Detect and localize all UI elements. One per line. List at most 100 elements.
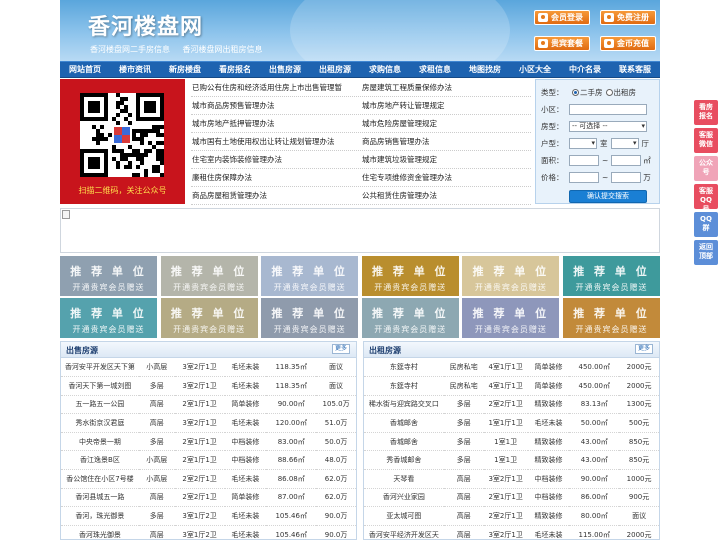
table-row[interactable]: 香公馆住在小区7号楼 小高层 2室2厅1卫 毛坯未装 86.08㎡ 62.0万 [61, 469, 356, 489]
table-cell[interactable]: 秀水街京汉君庭 [61, 413, 139, 433]
regulation-link[interactable]: 房屋建筑工程质量保修办法 [361, 79, 531, 96]
tagline-secondhand[interactable]: 香河楼盘网二手房信息 [90, 45, 170, 54]
regulation-link[interactable]: 住宅专项维修资金管理办法 [361, 169, 531, 186]
regulation-link[interactable]: 廉租住房保障办法 [191, 169, 361, 186]
recommend-tile[interactable]: 推 荐 单 位开通贵宾会员赠送 [60, 256, 157, 296]
room-select[interactable] [569, 138, 597, 149]
table-cell[interactable]: 香河安平开发区天下第 [61, 358, 139, 378]
radio-rental[interactable] [605, 89, 613, 96]
housetype-select[interactable]: -- 可选择 -- [569, 121, 647, 132]
table-row[interactable]: 香城邮舍 多层 1室1厅1卫 毛坯未装 50.00㎡ 500元 [364, 413, 659, 433]
table-cell[interactable]: 香河珠光御景 [61, 525, 139, 539]
sale-more-button[interactable]: 更多 [332, 344, 350, 354]
table-cell[interactable]: 香江逸景B区 [61, 450, 139, 471]
hall-select[interactable] [610, 138, 639, 149]
register-button[interactable]: 免费注册 [600, 10, 656, 25]
table-row[interactable]: 亚太城可图 高层 2室2厅1卫 精致装修 80.00㎡ 面议 [364, 506, 659, 526]
table-row[interactable]: 东筵寺村 民房私宅 4室1厅1卫 简单装修 450.00㎡ 2000元 [364, 376, 659, 396]
float-button[interactable]: 返回 顶部 [694, 240, 718, 265]
site-logo[interactable]: 香河楼盘网 [88, 9, 203, 41]
recommend-tile[interactable]: 推 荐 单 位开通贵宾会员赠送 [562, 256, 660, 296]
table-cell[interactable]: 中央帝景一期 [61, 432, 139, 452]
table-row[interactable]: 五一路五一公园 高层 2室1厅1卫 简单装修 90.00㎡ 105.0万 [61, 395, 356, 415]
table-row[interactable]: 香河珠光御景 高层 3室1厅2卫 毛坯未装 105.46㎡ 90.0万 [61, 525, 356, 539]
regulation-link[interactable]: 已购公有住房和经济适用住房上市出售管理暂 [191, 79, 361, 96]
table-cell[interactable]: 香河兴业家园 [364, 488, 444, 508]
table-row[interactable]: 香河兴业家园 高层 2室1厅1卫 中档装修 86.00㎡ 900元 [364, 488, 659, 508]
float-button[interactable]: 客服 QQ 号 [694, 184, 718, 213]
table-cell[interactable]: 稀水街与迎宾路交叉口 [364, 395, 444, 415]
float-button[interactable]: 看房 报名 [694, 100, 718, 125]
regulation-link[interactable]: 城市国有土地使用权出让转让规划管理办法 [191, 133, 361, 150]
table-row[interactable]: 香江逸景B区 小高层 2室1厅1卫 中档装修 88.66㎡ 48.0万 [61, 450, 356, 471]
banner-image[interactable] [60, 208, 660, 253]
nav-item[interactable]: 网站首页 [60, 62, 110, 77]
radio-secondhand[interactable] [572, 89, 579, 96]
regulation-link[interactable]: 商品房销售管理办法 [361, 133, 531, 150]
nav-item[interactable]: 求购信息 [360, 62, 410, 77]
table-row[interactable]: 天琴看 高层 3室2厅1卫 中档装修 90.00㎡ 1000元 [364, 469, 659, 489]
table-cell[interactable]: 香河县城五一路 [61, 488, 139, 508]
recommend-tile[interactable]: 推 荐 单 位开通贵宾会员赠送 [160, 256, 258, 296]
recommend-tile[interactable]: 推 荐 单 位开通贵宾会员赠送 [261, 256, 359, 296]
table-cell[interactable]: 亚太城可图 [364, 506, 444, 526]
area-min-input[interactable] [569, 155, 599, 166]
table-row[interactable]: 香河县城五一路 高层 2室2厅1卫 简单装修 87.00㎡ 62.0万 [61, 488, 356, 508]
table-cell[interactable]: 香河，珠光御景 [61, 506, 139, 526]
table-cell[interactable]: 天琴看 [364, 469, 444, 489]
nav-item[interactable]: 出售房源 [260, 62, 310, 77]
nav-item[interactable]: 出租房源 [310, 62, 360, 77]
recharge-button[interactable]: 金币充值 [600, 36, 656, 51]
table-row[interactable]: 秀香城邮舍 多层 1室1卫 精致装修 43.00㎡ 850元 [364, 450, 659, 471]
table-cell[interactable]: 香城邮舍 [364, 432, 444, 452]
table-cell[interactable]: 香河天下第一城刘图 [61, 376, 139, 396]
recommend-tile[interactable]: 推 荐 单 位开通贵宾会员赠送 [462, 298, 560, 338]
nav-item[interactable]: 中介名录 [560, 62, 610, 77]
nav-item[interactable]: 看房报名 [210, 62, 260, 77]
recommend-tile[interactable]: 推 荐 单 位开通贵宾会员赠送 [160, 298, 258, 338]
table-row[interactable]: 香河，珠光御景 多层 3室1厅2卫 毛坯未装 105.46㎡ 90.0万 [61, 506, 356, 526]
community-input[interactable] [569, 104, 647, 115]
nav-item[interactable]: 联系客服 [610, 62, 660, 77]
price-max-input[interactable] [611, 172, 642, 183]
rent-more-button[interactable]: 更多 [635, 344, 653, 354]
regulation-link[interactable]: 城市商品房预售管理办法 [191, 97, 361, 114]
table-cell[interactable]: 香城邮舍 [364, 413, 444, 433]
nav-item[interactable]: 新房楼盘 [160, 62, 210, 77]
table-row[interactable]: 稀水街与迎宾路交叉口 多层 2室2厅1卫 精致装修 83.13㎡ 1300元 [364, 395, 659, 415]
recommend-tile[interactable]: 推 荐 单 位开通贵宾会员赠送 [562, 298, 660, 338]
table-cell[interactable]: 香河安平经济开发区天 [364, 525, 444, 539]
table-cell[interactable]: 东筵寺村 [364, 358, 444, 378]
nav-item[interactable]: 楼市资讯 [110, 62, 160, 77]
regulation-link[interactable]: 公共租赁住房管理办法 [361, 187, 531, 204]
regulation-link[interactable]: 城市房地产抵押管理办法 [191, 115, 361, 132]
table-row[interactable]: 香河安平经济开发区天 高层 3室2厅1卫 毛坯未装 115.00㎡ 2000元 [364, 525, 659, 539]
price-min-input[interactable] [569, 172, 599, 183]
table-cell[interactable]: 东筵寺村 [364, 376, 444, 396]
nav-item[interactable]: 小区大全 [510, 62, 560, 77]
nav-item[interactable]: 求租信息 [410, 62, 460, 77]
table-row[interactable]: 香河天下第一城刘图 多层 3室2厅1卫 毛坯未装 118.35㎡ 面议 [61, 376, 356, 396]
tagline-rental[interactable]: 香河楼盘网出租房信息 [183, 45, 263, 54]
table-cell[interactable]: 香公馆住在小区7号楼 [61, 469, 139, 489]
regulation-link[interactable]: 城市房地产转让管理规定 [361, 97, 531, 114]
regulation-link[interactable]: 城市危险房屋管理规定 [361, 115, 531, 132]
nav-item[interactable]: 地图找房 [460, 62, 510, 77]
table-cell[interactable]: 五一路五一公园 [61, 395, 139, 415]
recommend-tile[interactable]: 推 荐 单 位开通贵宾会员赠送 [462, 256, 560, 296]
regulation-link[interactable]: 住宅室内装饰装修管理办法 [191, 151, 361, 168]
table-row[interactable]: 秀水街京汉君庭 高层 3室2厅1卫 毛坯未装 120.00㎡ 51.0万 [61, 413, 356, 433]
regulation-link[interactable]: 商品房屋租赁管理办法 [191, 187, 361, 204]
table-row[interactable]: 东筵寺村 民房私宅 4室1厅1卫 简单装修 450.00㎡ 2000元 [364, 358, 659, 378]
recommend-tile[interactable]: 推 荐 单 位开通贵宾会员赠送 [60, 298, 157, 338]
search-submit-button[interactable]: 确认提交搜索 [569, 190, 647, 203]
float-button[interactable]: 公众号 [694, 156, 718, 181]
login-button[interactable]: 会员登录 [534, 10, 590, 25]
float-button[interactable]: 客服 微信 [694, 128, 718, 153]
recommend-tile[interactable]: 推 荐 单 位开通贵宾会员赠送 [361, 256, 459, 296]
table-row[interactable]: 香城邮舍 多层 1室1卫 精致装修 43.00㎡ 850元 [364, 432, 659, 452]
recommend-tile[interactable]: 推 荐 单 位开通贵宾会员赠送 [261, 298, 359, 338]
vip-package-button[interactable]: 贵宾套餐 [534, 36, 590, 51]
table-row[interactable]: 香河安平开发区天下第 小高层 3室2厅1卫 毛坯未装 118.35㎡ 面议 [61, 358, 356, 378]
recommend-tile[interactable]: 推 荐 单 位开通贵宾会员赠送 [361, 298, 459, 338]
